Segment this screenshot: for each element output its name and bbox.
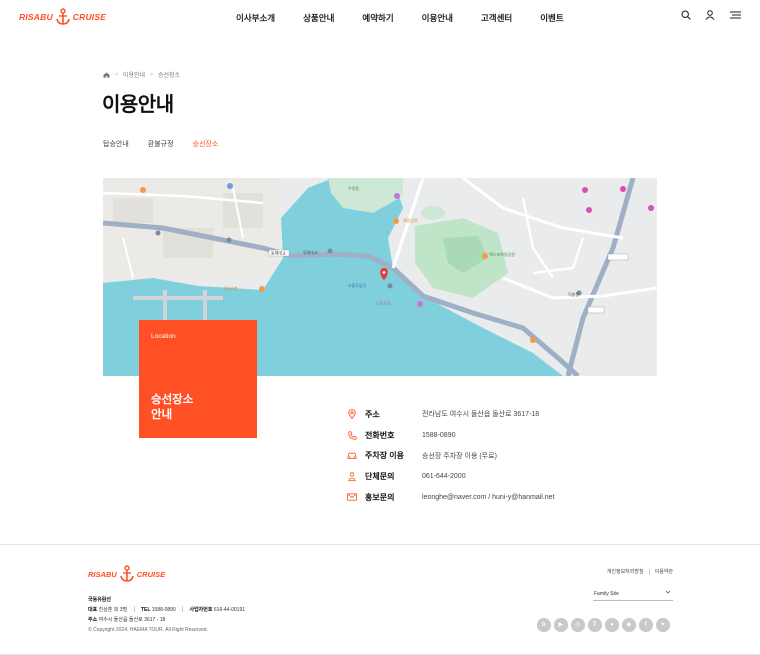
twitter-icon[interactable]: ✦ [656, 618, 670, 632]
home-icon[interactable] [103, 72, 110, 78]
instagram-icon[interactable]: ◎ [571, 618, 585, 632]
footer-tel: 1588-0890 [151, 607, 176, 613]
map-label: 덕충동 [568, 291, 579, 297]
info-value: 전라남도 여수시 돌산읍 돌산로 3617-18 [422, 411, 540, 419]
info-value: 1588-0890 [422, 431, 456, 439]
facebook-icon[interactable]: f [639, 618, 653, 632]
talk-icon[interactable]: ● [605, 618, 619, 632]
group-icon [347, 471, 357, 481]
divider [133, 606, 135, 612]
nav-item-reservation[interactable]: 예약하기 [362, 12, 393, 24]
info-value: 061-644-2000 [422, 472, 466, 480]
location-info-list: 주소 전라남도 여수시 돌산읍 돌산로 3617-18 전화번호 1588-08… [347, 404, 667, 507]
user-icon[interactable] [705, 10, 715, 20]
footer-tel-label: TEL [140, 607, 151, 613]
logo-text-right: CRUISE [72, 12, 107, 22]
nav-item-about[interactable]: 이사부소개 [236, 12, 275, 24]
nav-item-event[interactable]: 이벤트 [540, 12, 563, 24]
site-header: RISABU CRUISE 이사부소개 상품안내 예약하기 이용안내 고객센터 … [0, 0, 760, 36]
main-nav: 이사부소개 상품안내 예약하기 이용안내 고객센터 이벤트 [236, 12, 592, 24]
tab-boarding-place[interactable]: 승선장소 [193, 139, 219, 149]
map-label: 수정동 [348, 185, 359, 191]
mail-icon [347, 492, 357, 502]
footer-copyright: © Copyright 2024. HAEMA TOUR. All Right … [88, 627, 208, 633]
anchor-logo-icon [119, 565, 134, 582]
youtube-icon[interactable]: ▶ [554, 618, 568, 632]
map-label: 오동도입구 [348, 282, 367, 288]
footer-logo-text-right: CRUISE [136, 569, 166, 579]
info-label: 주차장 이용 [365, 451, 405, 461]
family-site-select[interactable]: Family Site [593, 586, 673, 601]
sub-tabs: 탑승안내 환불규정 승선장소 [103, 139, 237, 149]
tab-boarding-info[interactable]: 탑승안내 [103, 139, 129, 149]
menu-icon[interactable] [729, 10, 742, 20]
map-label: 오동도역 [376, 300, 391, 306]
info-value: leonghe@naver.com / huni-y@hanmail.net [422, 493, 555, 501]
page-title: 이용안내 [102, 94, 174, 116]
pin-icon[interactable]: ◆ [622, 618, 636, 632]
location-card: Location 승선장소 안내 [139, 320, 257, 438]
nav-item-guide[interactable]: 이용안내 [422, 12, 453, 24]
info-row-group: 단체문의 061-644-2000 [347, 466, 667, 487]
breadcrumb-item-current[interactable]: 승선장소 [158, 70, 180, 79]
map-label: 해양공원 [403, 217, 418, 223]
map-label: 엑스포해양공원 [489, 251, 515, 257]
info-row-pr: 홍보문의 leonghe@naver.com / huni-y@hanmail.… [347, 487, 667, 508]
logo-text-left: RISABU [19, 12, 53, 22]
footer-logo-text-left: RISABU [88, 569, 117, 579]
map-label: 신여수항 [223, 285, 238, 291]
divider [648, 568, 650, 575]
map-label: 동해대교 [271, 250, 286, 256]
location-pin-icon [347, 409, 357, 420]
footer-addr-label: 주소 [88, 617, 98, 623]
nav-item-products[interactable]: 상품안내 [303, 12, 334, 24]
map-label: 동해대교 [303, 249, 318, 255]
family-site-label: Family Site [594, 591, 619, 597]
phone-icon [347, 430, 357, 440]
footer-biz: 616-44-00191 [213, 607, 246, 613]
location-card-title-line1: 승선장소 [151, 394, 194, 406]
nav-item-support[interactable]: 고객센터 [481, 12, 512, 24]
anchor-logo-icon [56, 8, 70, 25]
footer-company-name: 국동유람선 [88, 597, 112, 603]
header-icons [681, 10, 742, 20]
location-card-eyebrow: Location [151, 333, 176, 340]
footer-logo[interactable]: RISABU CRUISE [88, 565, 165, 583]
location-card-title-line2: 안내 [151, 409, 173, 421]
info-label: 홍보문의 [365, 492, 395, 502]
info-row-phone: 전화번호 1588-0890 [347, 425, 667, 446]
site-logo[interactable]: RISABU CRUISE [19, 8, 106, 26]
footer-biz-label: 사업자번호 [189, 607, 213, 613]
info-row-address: 주소 전라남도 여수시 돌산읍 돌산로 3617-18 [347, 404, 667, 425]
footer-company-info: 국동유람선 대표 진상훈 외 3명 TEL 1588-0890 사업자번호 61… [88, 595, 245, 635]
search-icon[interactable] [681, 10, 691, 20]
footer-links: 개인정보처리방침 이용약관 [607, 568, 673, 575]
footer-ceo: 진상훈 외 3명 [98, 607, 128, 613]
blog-icon[interactable]: b [537, 618, 551, 632]
info-value: 승선장 주차장 이용 (무료) [422, 452, 497, 460]
footer-ceo-label: 대표 [88, 607, 98, 613]
terms-link[interactable]: 이용약관 [655, 568, 673, 575]
divider [182, 606, 184, 612]
breadcrumb-separator: > [115, 71, 118, 78]
chevron-down-icon [665, 590, 671, 594]
tab-refund-policy[interactable]: 환불규정 [148, 139, 174, 149]
info-label: 주소 [365, 409, 380, 419]
car-icon [347, 451, 357, 461]
info-label: 단체문의 [365, 471, 395, 481]
social-links: b ▶ ◎ T ● ◆ f ✦ [537, 618, 670, 632]
tstory-icon[interactable]: T [588, 618, 602, 632]
info-row-parking: 주차장 이용 승선장 주차장 이용 (무료) [347, 445, 667, 466]
breadcrumb-separator: > [150, 71, 153, 78]
breadcrumb: > 이용안내 > 승선장소 [103, 70, 180, 79]
info-label: 전화번호 [365, 430, 395, 440]
breadcrumb-item-guide[interactable]: 이용안내 [123, 70, 145, 79]
privacy-policy-link[interactable]: 개인정보처리방침 [607, 568, 644, 575]
footer-addr: 여수시 돌산읍 돌산로 3617 - 18 [98, 617, 166, 623]
location-card-title: 승선장소 안내 [151, 393, 241, 423]
